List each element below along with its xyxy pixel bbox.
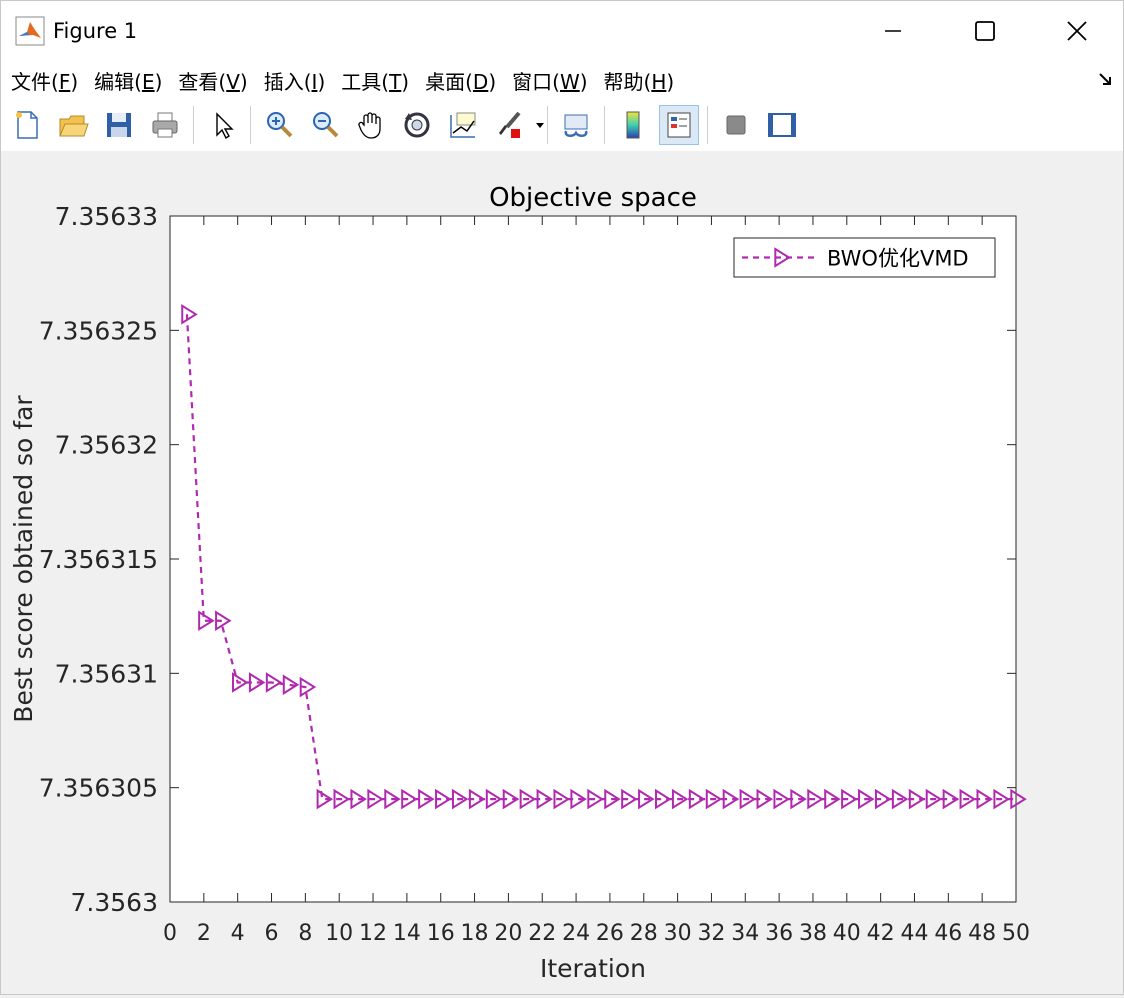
toolbar-separator [250,106,251,144]
x-axis-label: Iteration [540,954,646,983]
data-cursor-icon [450,112,476,138]
toolbar-separator [707,106,708,144]
print-button[interactable] [145,105,185,145]
x-tick-label: 6 [265,921,279,946]
x-tick-label: 28 [630,921,658,946]
open-file-icon [59,115,89,137]
zoom-out-icon [313,112,339,138]
y-tick-label: 7.35633 [55,202,158,231]
close-icon [1067,21,1087,41]
menu-bar: 文件(F) 编辑(E) 查看(V) 插入(I) 工具(T) 桌面(D) 窗口(W… [1,61,1123,99]
figure-window: Figure 1 文件(F) 编辑(E) 查看(V) 插入(I) 工具(T) 桌… [0,0,1124,995]
close-button[interactable] [1031,1,1123,61]
data-cursor-button[interactable] [443,105,483,145]
x-tick-label: 16 [427,921,455,946]
y-tick-label: 7.35632 [55,431,158,460]
menu-window[interactable]: 窗口(W) [512,66,587,95]
menu-file[interactable]: 文件(F) [11,66,78,95]
show-plot-tools-icon [768,113,796,137]
legend-icon [667,112,691,138]
colorbar-button[interactable] [613,105,653,145]
title-bar: Figure 1 [1,1,1123,61]
x-tick-label: 20 [494,921,522,946]
maximize-icon [975,21,995,41]
brush-dropdown-arrow-icon[interactable] [535,109,545,141]
minimize-icon [885,30,901,32]
print-icon [152,112,178,138]
toolbar-separator [547,106,548,144]
x-tick-label: 38 [799,921,827,946]
zoom-in-button[interactable] [259,105,299,145]
window-title: Figure 1 [53,19,138,43]
menu-edit[interactable]: 编辑(E) [94,66,162,95]
x-tick-label: 22 [528,921,556,946]
x-tick-label: 26 [596,921,624,946]
menu-help[interactable]: 帮助(H) [604,66,675,95]
figure-toolbar [1,99,1123,152]
chart-title: Objective space [489,183,697,213]
x-tick-label: 50 [1002,921,1030,946]
matlab-logo-icon [15,16,45,46]
minimize-button[interactable] [847,1,939,61]
brush-icon [499,111,521,138]
y-tick-label: 7.356325 [39,316,158,345]
x-tick-label: 8 [298,921,312,946]
dock-arrow-icon[interactable] [1097,71,1113,87]
x-tick-label: 10 [325,921,353,946]
zoom-out-button[interactable] [305,105,345,145]
zoom-in-icon [267,112,293,138]
x-tick-label: 30 [664,921,692,946]
figure-canvas: 0 2 4 6 8 10 12 14 16 18 20 22 24 26 28 30 32 34 36 38 40 42 4… [1,151,1123,994]
show-plot-tools-button[interactable] [762,105,802,145]
save-button[interactable] [99,105,139,145]
hide-plot-tools-icon [726,115,746,135]
link-plot-button[interactable] [556,105,596,145]
x-tick-label: 0 [163,921,177,946]
menu-desktop[interactable]: 桌面(D) [425,66,496,95]
x-tick-label: 34 [731,921,759,946]
rotate-3d-icon [404,112,430,138]
y-tick-label: 7.356305 [39,774,158,803]
new-figure-button[interactable] [7,105,47,145]
new-figure-icon [16,111,38,139]
select-pointer-icon [216,112,234,140]
pan-button[interactable] [351,105,391,145]
colorbar-icon [626,111,640,139]
y-tick-label: 7.35631 [55,659,158,688]
pan-icon [358,112,381,139]
maximize-button[interactable] [939,1,1031,61]
menu-tools[interactable]: 工具(T) [341,66,409,95]
x-tick-label: 12 [359,921,387,946]
x-tick-label: 44 [900,921,928,946]
legend-button[interactable] [659,105,699,145]
select-pointer-button[interactable] [202,105,242,145]
x-tick-label: 40 [833,921,861,946]
link-plot-icon [564,114,588,137]
x-tick-label: 18 [461,921,489,946]
x-tick-label: 24 [562,921,590,946]
x-tick-label: 48 [968,921,996,946]
toolbar-separator [604,106,605,144]
x-tick-label: 2 [197,921,211,946]
brush-button[interactable] [489,105,529,145]
legend-entry-label: BWO优化VMD [827,247,969,271]
menu-insert[interactable]: 插入(I) [264,66,326,95]
x-tick-label: 32 [697,921,725,946]
x-tick-label: 14 [393,921,421,946]
menu-view[interactable]: 查看(V) [178,66,247,95]
toolbar-separator [193,106,194,144]
rotate-3d-button[interactable] [397,105,437,145]
x-tick-label: 46 [934,921,962,946]
x-tick-label: 4 [231,921,245,946]
legend[interactable]: BWO优化VMD [733,237,996,278]
hide-plot-tools-button[interactable] [716,105,756,145]
y-tick-label: 7.356315 [39,545,158,574]
save-icon [107,113,131,137]
x-tick-label: 36 [765,921,793,946]
chart-svg: 0 2 4 6 8 10 12 14 16 18 20 22 24 26 28 30 32 34 36 38 40 42 4… [9,183,1030,983]
open-file-button[interactable] [53,105,93,145]
y-axis-label: Best score obtained so far [9,395,38,723]
y-tick-label: 7.3563 [71,888,158,917]
x-tick-label: 42 [867,921,895,946]
